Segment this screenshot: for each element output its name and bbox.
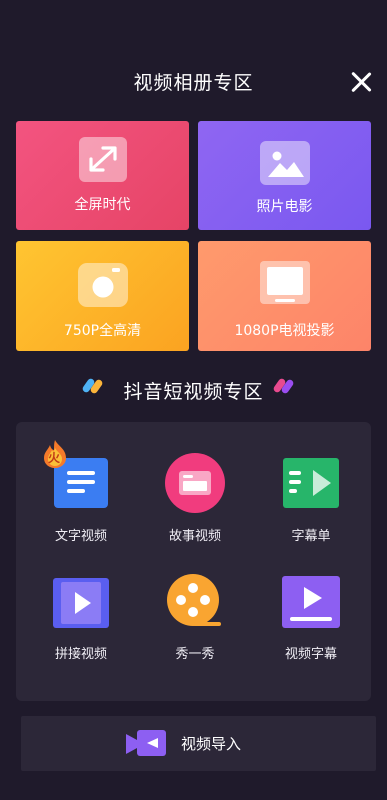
- hot-badge-text: 火: [48, 451, 61, 465]
- grid-item-text-video[interactable]: 火 文字视频: [26, 437, 136, 547]
- camera-icon: [77, 263, 128, 307]
- grid-item-label: 文字视频: [54, 529, 107, 544]
- card-fullscreen-era[interactable]: 全屏时代: [16, 121, 189, 230]
- video-import-button[interactable]: 视频导入: [21, 716, 376, 771]
- tv-icon: [259, 261, 310, 304]
- video-subtitle-icon: [282, 576, 340, 628]
- section-title: 抖音短视频专区: [123, 381, 264, 403]
- film-reel-icon: [165, 572, 225, 632]
- expand-arrows-icon: [78, 137, 127, 182]
- card-label: 照片电影: [256, 199, 313, 215]
- video-import-icon: [125, 726, 167, 760]
- card-photo-movie[interactable]: 照片电影: [198, 121, 371, 230]
- hot-badge-icon: 火: [42, 439, 68, 469]
- grid-item-video-subtitle[interactable]: 视频字幕: [256, 562, 366, 672]
- short-video-panel: 火 文字视频 故事视频 字幕单 拼接视频 秀一秀 视频字幕: [16, 422, 371, 701]
- grid-item-label: 故事视频: [168, 529, 221, 544]
- grid-item-subtitle-list[interactable]: 字幕单: [256, 437, 366, 547]
- card-1080p-tv-projection[interactable]: 1080P电视投影: [198, 241, 371, 351]
- story-video-icon: [165, 453, 225, 513]
- grid-item-label: 秀一秀: [175, 647, 215, 662]
- subtitle-list-icon: [283, 458, 339, 508]
- page-title: 视频相册专区: [133, 72, 254, 94]
- grid-item-label: 视频字幕: [284, 647, 337, 662]
- close-icon[interactable]: [350, 71, 372, 93]
- card-label: 全屏时代: [74, 197, 131, 213]
- card-750p-full-hd[interactable]: 750P全高清: [16, 241, 189, 351]
- card-label: 1080P电视投影: [234, 323, 335, 339]
- grid-item-story-video[interactable]: 故事视频: [140, 437, 250, 547]
- splice-video-icon: [53, 578, 109, 628]
- grid-item-label: 拼接视频: [54, 647, 107, 662]
- right-decoration-icon: [272, 377, 295, 395]
- grid-item-label: 字幕单: [291, 529, 331, 544]
- grid-item-show-off[interactable]: 秀一秀: [140, 562, 250, 672]
- grid-item-splice-video[interactable]: 拼接视频: [26, 562, 136, 672]
- video-album-screen: 视频相册专区 全屏时代 照片电影 750P全高清 1080P电视投影 抖音短视频…: [0, 0, 387, 800]
- image-icon: [259, 141, 310, 185]
- video-import-label: 视频导入: [181, 735, 242, 753]
- card-label: 750P全高清: [63, 323, 142, 339]
